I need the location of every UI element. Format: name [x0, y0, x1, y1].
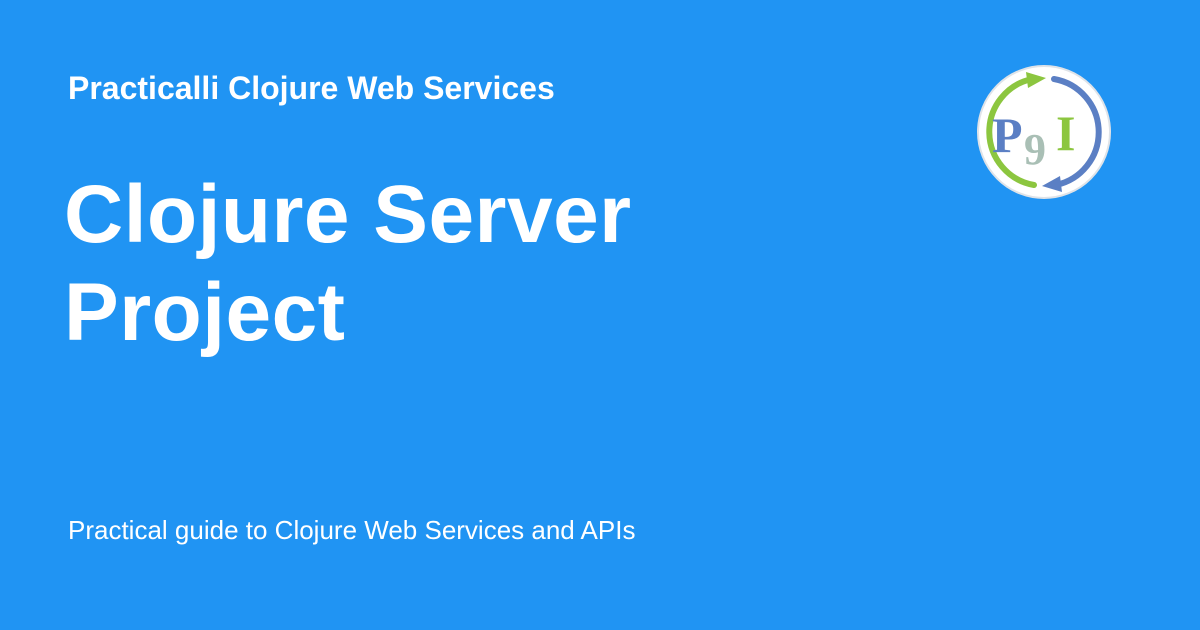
svg-text:9: 9 [1024, 125, 1046, 174]
social-card: Practicalli Clojure Web Services Clojure… [0, 0, 1200, 630]
practicalli-logo-icon: P 9 I [976, 64, 1112, 200]
page-description: Practical guide to Clojure Web Services … [68, 515, 636, 545]
site-name: Practicalli Clojure Web Services [68, 70, 555, 106]
svg-text:I: I [1056, 105, 1075, 161]
svg-text:P: P [992, 107, 1023, 163]
page-title: Clojure Server Project [64, 169, 632, 358]
